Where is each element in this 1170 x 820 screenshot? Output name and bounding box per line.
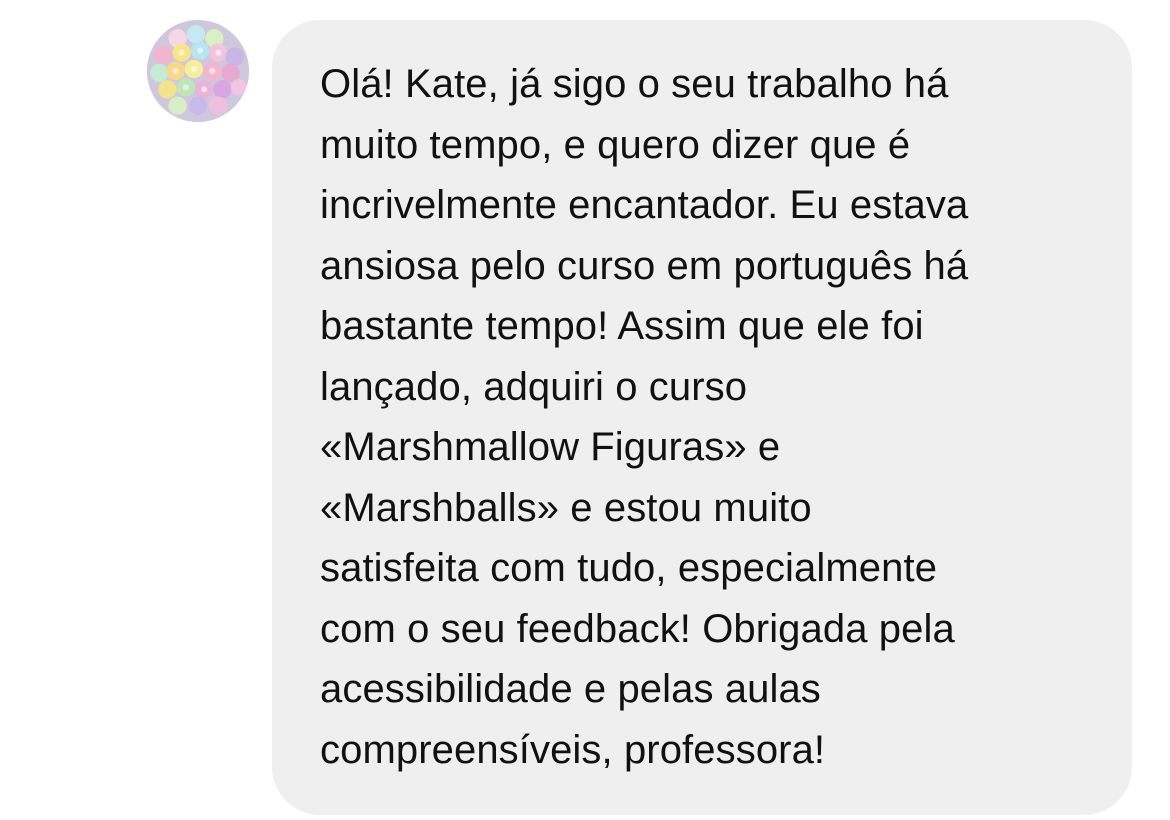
sender-avatar[interactable]: [147, 20, 249, 122]
message-bubble[interactable]: Olá! Kate, já sigo o seu trabalho há mui…: [272, 20, 1132, 815]
message-text: Olá! Kate, já sigo o seu trabalho há mui…: [320, 62, 969, 772]
profile-photo-icon: [147, 20, 249, 122]
